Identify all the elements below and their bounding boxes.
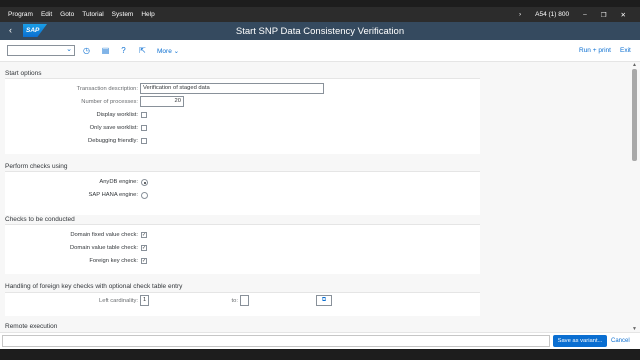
multiple-selection-icon[interactable]: ⧉ bbox=[316, 295, 332, 306]
clock-icon[interactable]: ◷ bbox=[81, 45, 92, 56]
document-icon[interactable]: ▤ bbox=[100, 45, 111, 56]
page-title: Start SNP Data Consistency Verification bbox=[235, 25, 405, 37]
menu-help[interactable]: Help bbox=[141, 11, 154, 18]
scrollbar-thumb[interactable] bbox=[632, 69, 637, 161]
domain-value-table-label: Domain value table check: bbox=[70, 245, 138, 251]
help-icon[interactable]: ? bbox=[118, 45, 129, 56]
transaction-description-label: Transaction description: bbox=[76, 86, 138, 92]
display-worklist-label: Display worklist: bbox=[96, 112, 138, 118]
more-button[interactable]: More ⌄ bbox=[157, 47, 179, 55]
perform-checks-title: Perform checks using bbox=[5, 163, 68, 170]
transaction-description-input[interactable]: Verification of staged data bbox=[140, 83, 324, 94]
menu-tutorial[interactable]: Tutorial bbox=[82, 11, 103, 18]
menu-program[interactable]: Program bbox=[8, 11, 33, 18]
menu-bar: Program Edit Goto Tutorial System Help ›… bbox=[0, 7, 640, 22]
domain-value-table-checkbox[interactable]: ✓ bbox=[141, 245, 147, 251]
start-options-title: Start options bbox=[5, 70, 42, 77]
back-icon[interactable]: ‹ bbox=[9, 25, 12, 35]
to-label: to: bbox=[231, 298, 238, 304]
close-icon[interactable]: ✕ bbox=[621, 11, 626, 19]
toolbar: ⌄ ◷ ▤ ? ⇱ More ⌄ Run + print Exit bbox=[0, 40, 640, 62]
number-of-processes-input[interactable]: 20 bbox=[140, 96, 184, 107]
cancel-button[interactable]: Cancel bbox=[611, 338, 630, 344]
checks-title: Checks to be conducted bbox=[5, 216, 75, 223]
content-area: Start options Transaction description: V… bbox=[0, 62, 630, 332]
to-input[interactable] bbox=[240, 295, 249, 306]
save-as-variant-button[interactable]: Save as variant... bbox=[553, 335, 607, 347]
chevron-down-icon: ⌄ bbox=[66, 46, 72, 53]
anydb-engine-radio[interactable] bbox=[141, 179, 148, 186]
chevron-down-icon: ⌄ bbox=[173, 48, 180, 55]
only-save-worklist-checkbox[interactable] bbox=[141, 125, 147, 131]
debugging-friendly-label: Debugging friendly: bbox=[88, 138, 138, 144]
display-worklist-checkbox[interactable] bbox=[141, 112, 147, 118]
only-save-worklist-label: Only save worklist: bbox=[89, 125, 138, 131]
debugging-friendly-checkbox[interactable] bbox=[141, 138, 147, 144]
number-of-processes-label: Number of processes: bbox=[81, 99, 138, 105]
remote-execution-title: Remote execution bbox=[5, 323, 58, 330]
left-cardinality-input[interactable]: 1 bbox=[140, 295, 149, 306]
footer-bar: Save as variant... Cancel bbox=[0, 332, 640, 349]
bottom-bar bbox=[0, 349, 640, 360]
foreign-key-check-label: Foreign key check: bbox=[89, 258, 138, 264]
left-cardinality-label: Left cardinality: bbox=[99, 298, 138, 304]
menu-goto[interactable]: Goto bbox=[60, 11, 74, 18]
chevron-right-icon[interactable]: › bbox=[519, 11, 521, 18]
command-field[interactable] bbox=[2, 335, 550, 347]
minimize-icon[interactable]: – bbox=[583, 11, 587, 18]
share-icon[interactable]: ⇱ bbox=[137, 45, 148, 56]
hana-engine-radio[interactable] bbox=[141, 192, 148, 199]
shell-header: ‹ SAP Start SNP Data Consistency Verific… bbox=[0, 22, 640, 40]
foreign-key-check-checkbox[interactable]: ✓ bbox=[141, 258, 147, 264]
foreign-key-handling-title: Handling of foreign key checks with opti… bbox=[5, 283, 183, 290]
domain-fixed-value-checkbox[interactable]: ✓ bbox=[141, 232, 147, 238]
menu-system[interactable]: System bbox=[112, 11, 134, 18]
hana-engine-label: SAP HANA engine: bbox=[88, 192, 138, 198]
exit-button[interactable]: Exit bbox=[620, 47, 631, 54]
restore-icon[interactable]: ❐ bbox=[601, 11, 607, 19]
variant-select[interactable]: ⌄ bbox=[7, 45, 75, 56]
domain-fixed-value-label: Domain fixed value check: bbox=[70, 232, 138, 238]
scroll-up-icon[interactable]: ▲ bbox=[632, 62, 637, 68]
more-label: More bbox=[157, 48, 172, 55]
run-print-button[interactable]: Run + print bbox=[579, 47, 611, 54]
top-strip bbox=[0, 0, 640, 7]
anydb-engine-label: AnyDB engine: bbox=[99, 179, 138, 185]
scrollbar[interactable]: ▲ ▼ bbox=[631, 62, 638, 332]
system-info[interactable]: A54 (1) 800 bbox=[535, 11, 569, 18]
menu-edit[interactable]: Edit bbox=[41, 11, 52, 18]
